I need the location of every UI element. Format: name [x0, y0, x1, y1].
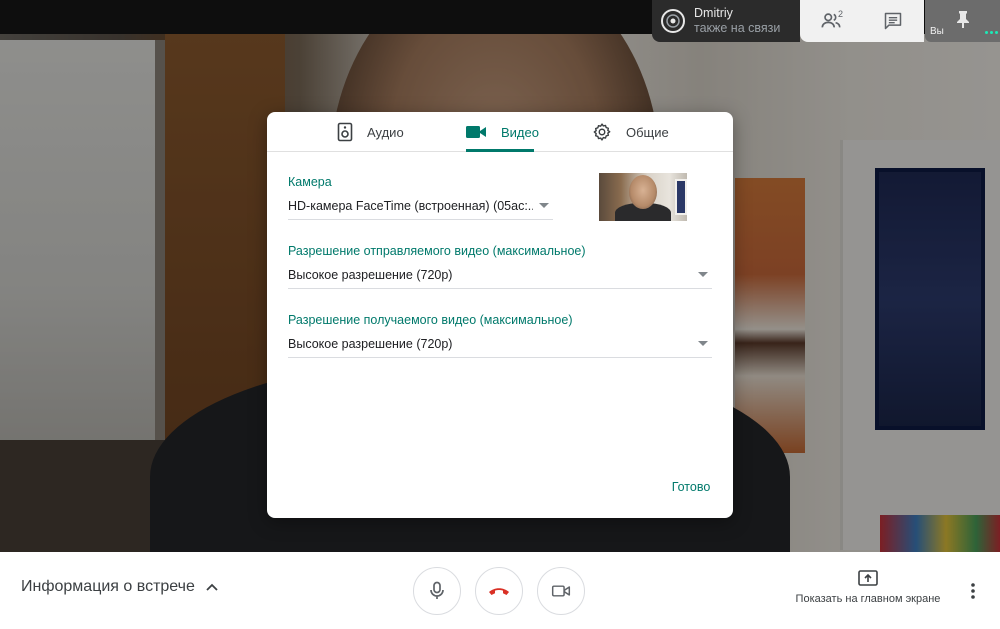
camera-button[interactable] [537, 567, 585, 615]
tab-audio-label: Аудио [367, 124, 404, 140]
hang-up-button[interactable] [475, 567, 523, 615]
done-button[interactable]: Готово [665, 474, 717, 500]
self-view-label: Вы [930, 26, 944, 37]
chat-icon [884, 12, 902, 30]
tab-general[interactable]: Общие [592, 112, 669, 152]
microphone-icon [430, 581, 444, 599]
present-now-label: Показать на главном экране [795, 593, 941, 605]
more-vert-icon [971, 583, 975, 599]
participant-avatar-icon [661, 9, 685, 33]
self-view-tile[interactable]: Вы [925, 0, 1000, 42]
audio-level-icon [985, 31, 998, 34]
settings-dialog: Аудио Видео Общие Камера HD-камера FaceT… [267, 112, 733, 518]
send-resolution-label: Разрешение отправляемого видео (максимал… [288, 244, 586, 258]
more-options-button[interactable] [962, 578, 984, 604]
camera-value: HD-камера FaceTime (встроенная) (05ac:..… [288, 198, 533, 213]
chevron-down-icon [698, 272, 708, 277]
present-screen-icon [858, 570, 878, 586]
settings-tabs: Аудио Видео Общие [267, 112, 733, 152]
participant-status: также на связи [694, 21, 781, 35]
gear-icon [593, 123, 611, 141]
hang-up-icon [489, 588, 509, 595]
speaker-icon [337, 122, 353, 142]
present-now-button[interactable]: Показать на главном экране [786, 570, 950, 614]
videocam-icon [551, 585, 571, 597]
tab-video[interactable]: Видео [465, 112, 539, 152]
tab-audio[interactable]: Аудио [337, 112, 404, 152]
receive-resolution-value: Высокое разрешение (720p) [288, 336, 453, 351]
receive-resolution-select[interactable]: Высокое разрешение (720p) [288, 330, 712, 358]
top-actions: 2 [800, 0, 924, 42]
meeting-info-button[interactable]: Информация о встрече [21, 578, 219, 596]
microphone-button[interactable] [413, 567, 461, 615]
tab-general-label: Общие [626, 124, 669, 140]
tab-selected-indicator [466, 149, 534, 152]
participant-name: Dmitriy [694, 6, 733, 20]
receive-resolution-label: Разрешение получаемого видео (максимальн… [288, 313, 573, 327]
camera-preview [599, 173, 687, 221]
chevron-down-icon [539, 203, 549, 208]
bottom-bar: Информация о встрече Показать на главном… [0, 552, 1000, 629]
chevron-up-icon [206, 583, 218, 591]
participant-chip[interactable]: Dmitriy также на связи [652, 0, 800, 42]
chevron-down-icon [698, 341, 708, 346]
people-button[interactable]: 2 [800, 0, 862, 42]
meeting-info-label: Информация о встрече [21, 578, 195, 595]
pin-icon [957, 11, 969, 28]
people-count: 2 [838, 9, 844, 19]
chat-button[interactable] [862, 0, 924, 42]
send-resolution-select[interactable]: Высокое разрешение (720p) [288, 261, 712, 289]
tab-video-label: Видео [501, 124, 539, 140]
videocam-icon [466, 126, 486, 138]
camera-label: Камера [288, 175, 332, 189]
camera-select[interactable]: HD-камера FaceTime (встроенная) (05ac:..… [288, 192, 553, 220]
send-resolution-value: Высокое разрешение (720p) [288, 267, 453, 282]
